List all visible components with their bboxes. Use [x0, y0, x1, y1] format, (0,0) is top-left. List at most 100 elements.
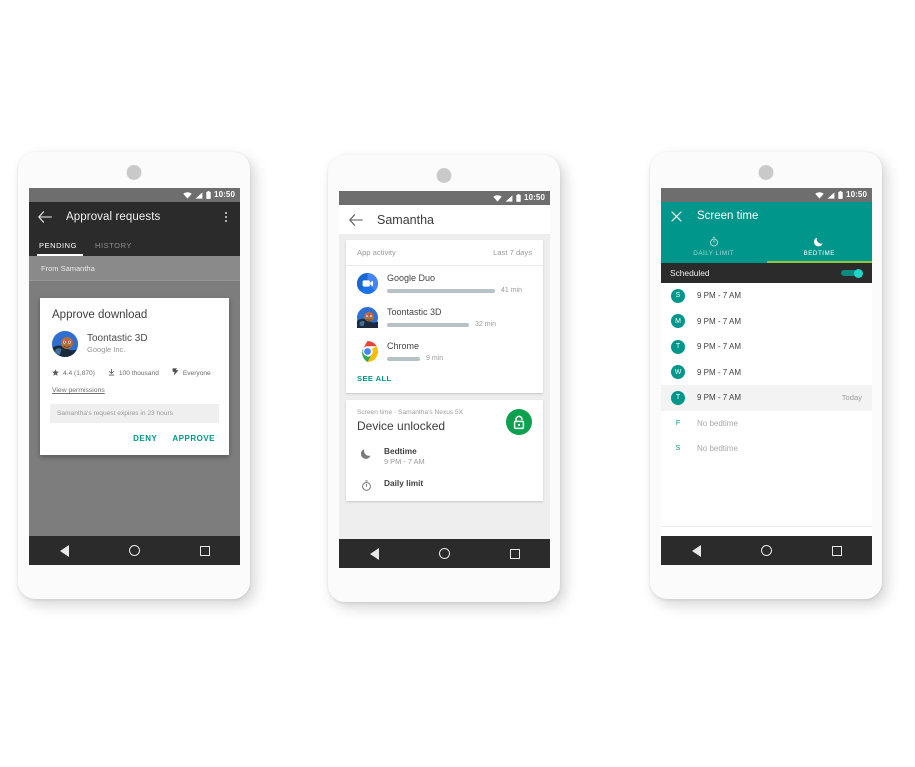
nav-back-icon[interactable] — [58, 544, 70, 557]
app-activity-card: App activity Last 7 days Google Duo 41 m… — [346, 240, 543, 393]
bedtime-footer-note — [661, 526, 872, 536]
nav-recents-icon[interactable] — [199, 545, 211, 557]
scheduled-toggle[interactable] — [841, 268, 863, 278]
tab-bedtime[interactable]: BEDTIME — [767, 230, 873, 263]
usage-bar: 9 min — [387, 355, 532, 362]
nav-home-icon[interactable] — [760, 545, 772, 557]
bedtime-range: 9 PM - 7 AM — [697, 291, 742, 301]
setting-name: Daily limit — [384, 478, 424, 489]
bedtime-range: 9 PM - 7 AM — [697, 367, 742, 377]
usage-bar: 41 min — [387, 287, 532, 294]
app-activity-range: Last 7 days — [493, 248, 532, 257]
usage-bar: 32 min — [387, 321, 532, 328]
nav-home-icon[interactable] — [128, 545, 140, 557]
today-label: Today — [841, 393, 862, 403]
list-item[interactable]: Google Duo 41 min — [346, 266, 543, 300]
nav-recents-icon[interactable] — [509, 548, 521, 560]
timer-icon — [360, 479, 373, 492]
app-summary: Toontastic 3D Google Inc. — [52, 331, 217, 357]
nav-recents-icon[interactable] — [831, 545, 843, 557]
back-arrow-icon[interactable] — [37, 209, 53, 225]
table-row[interactable]: S No bedtime — [661, 436, 872, 462]
bedtime-range: 9 PM - 7 AM — [697, 342, 742, 352]
app-rating: 4.4 (1,870) — [63, 369, 95, 377]
see-all-button[interactable]: SEE ALL — [346, 368, 543, 393]
chrome-icon — [357, 341, 379, 362]
moon-icon — [814, 236, 824, 247]
app-metadata-row: 4.4 (1,870) 100 thousand Everyone — [52, 368, 217, 378]
list-item[interactable]: Toontastic 3D 32 min — [346, 300, 543, 334]
app-name: Toontastic 3D — [87, 332, 148, 344]
back-arrow-icon[interactable] — [348, 212, 364, 228]
status-bar: 10:50 — [339, 191, 550, 205]
table-row[interactable]: F No bedtime — [661, 411, 872, 437]
approval-actions: DENY APPROVE — [52, 429, 217, 449]
day-badge: W — [671, 365, 685, 380]
list-item[interactable]: Daily limit — [357, 474, 532, 499]
day-badge: S — [675, 445, 681, 453]
phone3-app-bar: Screen time DAILY LIMIT BEDTIME — [661, 202, 872, 263]
list-item[interactable]: Bedtime 9 PM - 7 AM — [357, 442, 532, 474]
battery-icon — [206, 191, 211, 199]
timer-icon — [709, 236, 719, 247]
usage-duration: 9 min — [426, 355, 444, 362]
table-row[interactable]: T 9 PM - 7 AM — [661, 334, 872, 360]
list-item[interactable]: Chrome 9 min — [346, 334, 543, 368]
day-badge: T — [671, 390, 685, 405]
day-badge: F — [675, 419, 681, 427]
signal-icon — [827, 191, 835, 199]
earpiece-speaker — [126, 165, 142, 180]
screenshot-stage: 10:50 Approval requests PENDING HISTORY — [0, 0, 915, 767]
nav-back-icon[interactable] — [690, 544, 702, 557]
bedtime-range: No bedtime — [697, 444, 738, 454]
tab-indicator — [766, 261, 872, 263]
android-nav-bar — [661, 536, 872, 565]
toontastic-icon — [52, 331, 78, 357]
nav-back-icon[interactable] — [368, 547, 380, 560]
status-bar-time: 10:50 — [524, 193, 545, 202]
day-badge: S — [671, 288, 685, 303]
unlocked-padlock-icon[interactable] — [506, 409, 532, 435]
bedtime-range: 9 PM - 7 AM — [697, 393, 742, 403]
overflow-menu-icon[interactable] — [220, 212, 232, 222]
status-bar-time: 10:50 — [846, 190, 867, 199]
tab-daily-limit[interactable]: DAILY LIMIT — [661, 230, 767, 263]
bedtime-range: No bedtime — [697, 418, 738, 428]
table-row[interactable]: W 9 PM - 7 AM — [661, 360, 872, 386]
toontastic-icon — [357, 307, 378, 328]
android-nav-bar — [29, 536, 240, 565]
usage-bar-fill — [387, 356, 420, 361]
phone3-screen: 10:50 Screen time DAILY LIMIT BEDTIME Sc… — [661, 188, 872, 565]
content-rating-icon — [172, 368, 179, 378]
nav-home-icon[interactable] — [438, 548, 450, 560]
app-name: Toontastic 3D — [387, 307, 442, 317]
app-downloads: 100 thousand — [118, 369, 159, 377]
phone-samantha-overview: 10:50 Samantha App activity Last 7 days — [328, 155, 560, 602]
usage-bar-fill — [387, 288, 495, 293]
view-permissions-link[interactable]: View permissions — [52, 387, 217, 394]
approval-card: Approve download Toontastic 3D Google In… — [40, 298, 229, 455]
phone2-app-bar: Samantha — [339, 205, 550, 234]
usage-duration: 41 min — [501, 287, 523, 294]
screen-time-card: Screen time · Samantha's Nexus 5X Device… — [346, 400, 543, 502]
scheduled-row[interactable]: Scheduled — [661, 263, 872, 283]
wifi-icon — [183, 191, 192, 199]
page-title: Approval requests — [66, 211, 161, 223]
usage-duration: 32 min — [475, 321, 497, 328]
close-icon[interactable] — [670, 210, 683, 223]
content-rating-label: Everyone — [182, 369, 211, 377]
screen-time-summary: Screen time · Samantha's Nexus 5X Device… — [346, 400, 543, 501]
deny-button[interactable]: DENY — [133, 434, 157, 443]
table-row[interactable]: S 9 PM - 7 AM — [661, 283, 872, 309]
battery-icon — [516, 194, 521, 202]
app-activity-header: App activity Last 7 days — [346, 240, 543, 266]
phone2-screen: 10:50 Samantha App activity Last 7 days — [339, 191, 550, 568]
table-row[interactable]: T 9 PM - 7 AM Today — [661, 385, 872, 411]
approve-button[interactable]: APPROVE — [172, 434, 215, 443]
google-duo-icon — [356, 272, 379, 294]
phone2-content: App activity Last 7 days Google Duo 41 m… — [339, 234, 550, 568]
usage-bar-fill — [387, 322, 469, 327]
table-row[interactable]: M 9 PM - 7 AM — [661, 309, 872, 335]
tab-history[interactable]: HISTORY — [95, 241, 132, 256]
setting-value: 9 PM - 7 AM — [384, 457, 425, 467]
